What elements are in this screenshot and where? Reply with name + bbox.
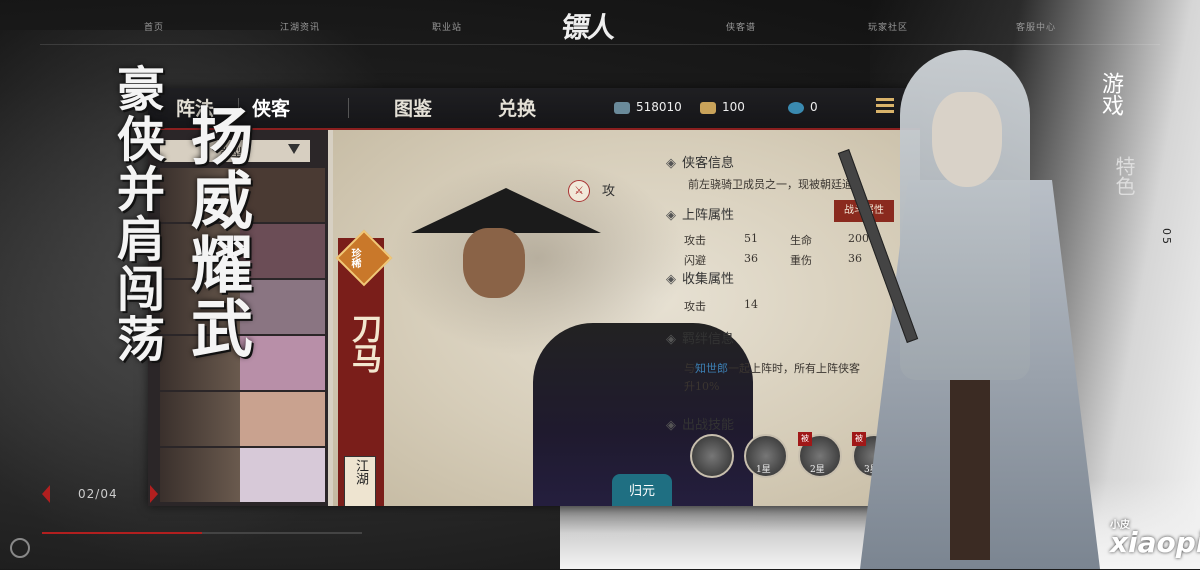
- faction-label: 江湖: [353, 459, 368, 485]
- stat-label: 攻击: [684, 234, 706, 247]
- stat-value: 14: [744, 298, 758, 311]
- hero-info-heading: 侠客信息: [666, 152, 734, 171]
- collect-attr-heading: 收集属性: [666, 268, 734, 287]
- tab-gallery[interactable]: 图鉴: [394, 94, 432, 121]
- tab-exchange[interactable]: 兑换: [498, 94, 536, 121]
- nav-divider: [40, 44, 1160, 45]
- bond-text-cont: 升10%: [684, 380, 720, 393]
- game-logo[interactable]: 镖人: [559, 6, 632, 46]
- feature-title: 游戏: [1098, 72, 1123, 116]
- stat-value: 36: [848, 252, 862, 265]
- resource-silver-value: 100: [722, 100, 745, 114]
- nav-heroes[interactable]: 侠客谱: [726, 20, 756, 33]
- gold-ingot-icon: [614, 101, 630, 114]
- stat-label: 闪避: [684, 254, 706, 267]
- hero-info-desc: 前左骁骑卫成员之一，现被朝廷通: [688, 178, 853, 191]
- resource-gold[interactable]: 518010: [614, 100, 682, 114]
- tab-divider: [348, 98, 349, 118]
- feature-page-number: 05: [1160, 228, 1173, 246]
- skills-heading: 出战技能: [666, 414, 734, 433]
- skill-level: 1星: [756, 465, 771, 475]
- slogan-line-1: 豪侠并肩闯荡: [108, 64, 164, 364]
- hero-face: [463, 228, 525, 298]
- resource-gold-value: 518010: [636, 100, 682, 114]
- logo-text: 镖人: [559, 11, 617, 44]
- stat-label: 生命: [790, 234, 812, 247]
- pager-indicator: 02/04: [78, 487, 118, 501]
- scroll-hint-icon[interactable]: [10, 538, 30, 558]
- menu-icon[interactable]: [876, 98, 900, 116]
- nav-career[interactable]: 职业站: [432, 20, 462, 33]
- attack-type-label: 攻: [602, 184, 616, 199]
- watermark-small: 小皮: [1110, 520, 1130, 531]
- token-icon: [788, 101, 804, 114]
- nav-home[interactable]: 首页: [144, 20, 164, 33]
- nav-support[interactable]: 客服中心: [1016, 20, 1056, 33]
- hero-name: 刀马: [346, 313, 381, 373]
- character-face: [932, 92, 1002, 187]
- chevron-down-icon: [288, 144, 300, 154]
- faction-tag: 江湖: [344, 456, 376, 506]
- bond-info-heading: 羁绊信息: [666, 328, 734, 347]
- stat-label: 攻击: [684, 300, 706, 313]
- straw-hat: [411, 188, 601, 233]
- nav-community[interactable]: 玩家社区: [868, 20, 908, 33]
- tab-heroes[interactable]: 侠客: [252, 94, 290, 121]
- skill-level: 2星: [810, 465, 825, 475]
- skill-passive-badge: 被: [798, 432, 812, 446]
- hero-portrait: [160, 448, 240, 502]
- rarity-label: 珍稀: [349, 248, 360, 268]
- stat-value: 36: [744, 252, 758, 265]
- battle-attr-heading: 上阵属性: [666, 204, 734, 223]
- feature-subtitle: 特色: [1112, 156, 1136, 196]
- hero-list-item[interactable]: ◉: [160, 392, 325, 446]
- hero-portrait: [160, 392, 240, 446]
- hero-list-item[interactable]: ✕: [160, 448, 325, 502]
- stat-value: 51: [744, 232, 758, 245]
- stat-label: 重伤: [790, 254, 812, 267]
- skill-slot[interactable]: [690, 434, 734, 478]
- guiyuan-button[interactable]: 归元: [612, 474, 672, 506]
- next-arrow-icon[interactable]: [150, 485, 158, 503]
- skill-passive-badge: 被: [852, 432, 866, 446]
- top-navigation: 首页 江湖资讯 职业站 镖人 侠客谱 玩家社区 客服中心: [0, 0, 1200, 56]
- game-top-bar: 阵法 侠客 图鉴 兑换 518010 100 0: [148, 88, 920, 130]
- game-screenshot-panel: 阵法 侠客 图鉴 兑换 518010 100 0 类型 ⚔ ⚔ ⚔ ⚔ ◉ ✕ …: [148, 88, 920, 506]
- resource-silver[interactable]: 100: [700, 100, 745, 114]
- prev-arrow-icon[interactable]: [42, 485, 50, 503]
- bond-hero-link[interactable]: 知世郎: [695, 362, 728, 375]
- nav-news[interactable]: 江湖资讯: [280, 20, 320, 33]
- character-sash: [950, 380, 990, 560]
- resource-token[interactable]: 0: [788, 100, 818, 114]
- stat-value: 200: [848, 232, 869, 245]
- resource-token-value: 0: [810, 100, 818, 114]
- site-watermark: 小皮 xiaopi: [1110, 520, 1200, 559]
- progress-fill: [42, 532, 202, 534]
- bond-text: 与知世郎一起上阵时，所有上阵侠客: [684, 362, 860, 375]
- slogan-line-2: 扬威耀武: [180, 104, 253, 360]
- silver-ingot-icon: [700, 101, 716, 114]
